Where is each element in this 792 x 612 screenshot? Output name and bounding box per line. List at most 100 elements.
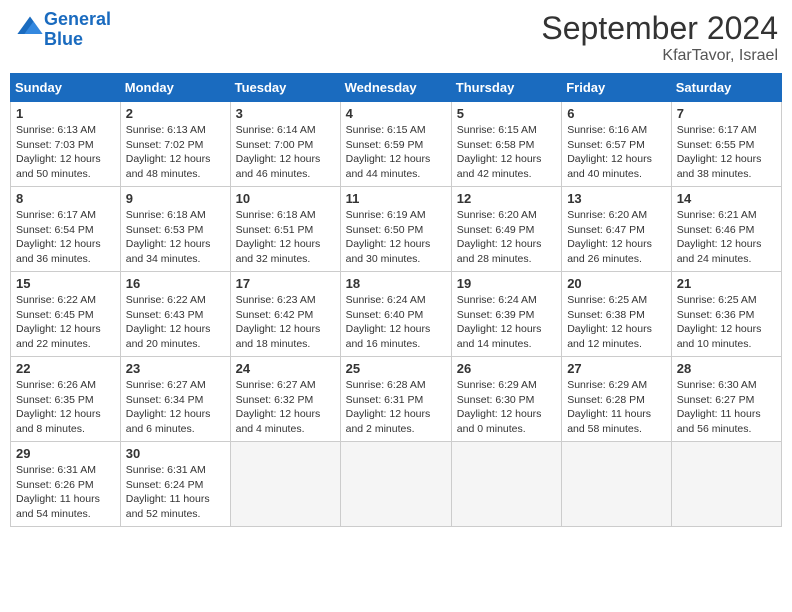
logo: General Blue [14,10,111,50]
day-info: Sunrise: 6:15 AMSunset: 6:58 PMDaylight:… [457,123,556,182]
calendar-cell: 20Sunrise: 6:25 AMSunset: 6:38 PMDayligh… [562,272,672,357]
calendar-week-4: 22Sunrise: 6:26 AMSunset: 6:35 PMDayligh… [11,357,782,442]
calendar-cell: 10 Sunrise: 6:18 AMSunset: 6:51 PMDayligh… [230,187,340,272]
logo-general: General [44,9,111,29]
calendar-cell: 25Sunrise: 6:28 AMSunset: 6:31 PMDayligh… [340,357,451,442]
day-info: Sunrise: 6:28 AMSunset: 6:31 PMDaylight:… [346,378,446,437]
day-number: 7 [677,106,776,121]
calendar-cell: 26 Sunrise: 6:29 AMSunset: 6:30 PMDayligh… [451,357,561,442]
calendar-cell: 17 Sunrise: 6:23 AMSunset: 6:42 PMDayligh… [230,272,340,357]
calendar-cell [230,442,340,527]
day-number: 5 [457,106,556,121]
day-number: 20 [567,276,666,291]
day-number: 4 [346,106,446,121]
calendar-cell: 23 Sunrise: 6:27 AMSunset: 6:34 PMDayligh… [120,357,230,442]
day-info: Sunrise: 6:31 AMSunset: 6:26 PMDaylight:… [16,463,115,522]
calendar-cell: 12 Sunrise: 6:20 AMSunset: 6:49 PMDayligh… [451,187,561,272]
subtitle: KfarTavor, Israel [541,47,778,65]
day-info: Sunrise: 6:23 AMSunset: 6:42 PMDaylight:… [236,293,335,352]
calendar-cell [340,442,451,527]
calendar-cell: 28 Sunrise: 6:30 AMSunset: 6:27 PMDayligh… [671,357,781,442]
calendar-cell: 24 Sunrise: 6:27 AMSunset: 6:32 PMDayligh… [230,357,340,442]
main-title: September 2024 [541,10,778,47]
calendar-cell [562,442,672,527]
day-number: 26 [457,361,556,376]
day-info: Sunrise: 6:24 AMSunset: 6:40 PMDaylight:… [346,293,446,352]
day-info: Sunrise: 6:17 AMSunset: 6:55 PMDaylight:… [677,123,776,182]
col-header-monday: Monday [120,74,230,102]
day-number: 19 [457,276,556,291]
calendar-cell: 2Sunrise: 6:13 AMSunset: 7:02 PMDaylight… [120,102,230,187]
col-header-saturday: Saturday [671,74,781,102]
day-info: Sunrise: 6:29 AMSunset: 6:30 PMDaylight:… [457,378,556,437]
day-number: 12 [457,191,556,206]
day-info: Sunrise: 6:17 AMSunset: 6:54 PMDaylight:… [16,208,115,267]
calendar-cell [451,442,561,527]
calendar-cell: 6Sunrise: 6:16 AMSunset: 6:57 PMDaylight… [562,102,672,187]
col-header-tuesday: Tuesday [230,74,340,102]
day-number: 6 [567,106,666,121]
day-number: 24 [236,361,335,376]
logo-blue: Blue [44,29,83,49]
calendar-header-row: SundayMondayTuesdayWednesdayThursdayFrid… [11,74,782,102]
day-number: 27 [567,361,666,376]
day-number: 10 [236,191,335,206]
day-info: Sunrise: 6:18 AMSunset: 6:53 PMDaylight:… [126,208,225,267]
day-number: 1 [16,106,115,121]
calendar-cell: 15Sunrise: 6:22 AMSunset: 6:45 PMDayligh… [11,272,121,357]
day-info: Sunrise: 6:20 AMSunset: 6:49 PMDaylight:… [457,208,556,267]
day-info: Sunrise: 6:31 AMSunset: 6:24 PMDaylight:… [126,463,225,522]
day-number: 23 [126,361,225,376]
day-info: Sunrise: 6:30 AMSunset: 6:27 PMDaylight:… [677,378,776,437]
logo-icon [16,13,44,41]
calendar-cell: 30Sunrise: 6:31 AMSunset: 6:24 PMDayligh… [120,442,230,527]
calendar-cell: 11Sunrise: 6:19 AMSunset: 6:50 PMDayligh… [340,187,451,272]
calendar-cell: 3 Sunrise: 6:14 AMSunset: 7:00 PMDaylight… [230,102,340,187]
calendar-cell: 5 Sunrise: 6:15 AMSunset: 6:58 PMDaylight… [451,102,561,187]
day-number: 22 [16,361,115,376]
day-info: Sunrise: 6:13 AMSunset: 7:03 PMDaylight:… [16,123,115,182]
day-info: Sunrise: 6:18 AMSunset: 6:51 PMDaylight:… [236,208,335,267]
day-info: Sunrise: 6:27 AMSunset: 6:32 PMDaylight:… [236,378,335,437]
calendar-cell: 4 Sunrise: 6:15 AMSunset: 6:59 PMDaylight… [340,102,451,187]
day-info: Sunrise: 6:29 AMSunset: 6:28 PMDaylight:… [567,378,666,437]
calendar-cell: 8 Sunrise: 6:17 AMSunset: 6:54 PMDaylight… [11,187,121,272]
calendar-cell: 9 Sunrise: 6:18 AMSunset: 6:53 PMDaylight… [120,187,230,272]
day-info: Sunrise: 6:15 AMSunset: 6:59 PMDaylight:… [346,123,446,182]
calendar-cell: 27 Sunrise: 6:29 AMSunset: 6:28 PMDayligh… [562,357,672,442]
day-number: 9 [126,191,225,206]
calendar-cell: 18 Sunrise: 6:24 AMSunset: 6:40 PMDayligh… [340,272,451,357]
day-number: 15 [16,276,115,291]
calendar-cell: 1 Sunrise: 6:13 AMSunset: 7:03 PMDaylight… [11,102,121,187]
logo-text: General Blue [44,10,111,50]
day-number: 3 [236,106,335,121]
day-number: 14 [677,191,776,206]
day-number: 11 [346,191,446,206]
title-block: September 2024 KfarTavor, Israel [541,10,778,65]
col-header-wednesday: Wednesday [340,74,451,102]
calendar-cell: 16 Sunrise: 6:22 AMSunset: 6:43 PMDayligh… [120,272,230,357]
day-info: Sunrise: 6:13 AMSunset: 7:02 PMDaylight:… [126,123,225,182]
calendar-week-3: 15Sunrise: 6:22 AMSunset: 6:45 PMDayligh… [11,272,782,357]
calendar-cell: 22Sunrise: 6:26 AMSunset: 6:35 PMDayligh… [11,357,121,442]
day-number: 28 [677,361,776,376]
calendar-cell: 7 Sunrise: 6:17 AMSunset: 6:55 PMDaylight… [671,102,781,187]
day-number: 18 [346,276,446,291]
calendar-week-5: 29 Sunrise: 6:31 AMSunset: 6:26 PMDayligh… [11,442,782,527]
day-number: 16 [126,276,225,291]
col-header-friday: Friday [562,74,672,102]
page-header: General Blue September 2024 KfarTavor, I… [10,10,782,65]
day-number: 29 [16,446,115,461]
day-number: 17 [236,276,335,291]
calendar-cell: 21Sunrise: 6:25 AMSunset: 6:36 PMDayligh… [671,272,781,357]
day-info: Sunrise: 6:21 AMSunset: 6:46 PMDaylight:… [677,208,776,267]
calendar-table: SundayMondayTuesdayWednesdayThursdayFrid… [10,73,782,527]
day-info: Sunrise: 6:14 AMSunset: 7:00 PMDaylight:… [236,123,335,182]
calendar-cell: 13Sunrise: 6:20 AMSunset: 6:47 PMDayligh… [562,187,672,272]
day-info: Sunrise: 6:27 AMSunset: 6:34 PMDaylight:… [126,378,225,437]
calendar-cell: 14 Sunrise: 6:21 AMSunset: 6:46 PMDayligh… [671,187,781,272]
day-info: Sunrise: 6:22 AMSunset: 6:43 PMDaylight:… [126,293,225,352]
day-info: Sunrise: 6:20 AMSunset: 6:47 PMDaylight:… [567,208,666,267]
calendar-cell [671,442,781,527]
day-number: 8 [16,191,115,206]
